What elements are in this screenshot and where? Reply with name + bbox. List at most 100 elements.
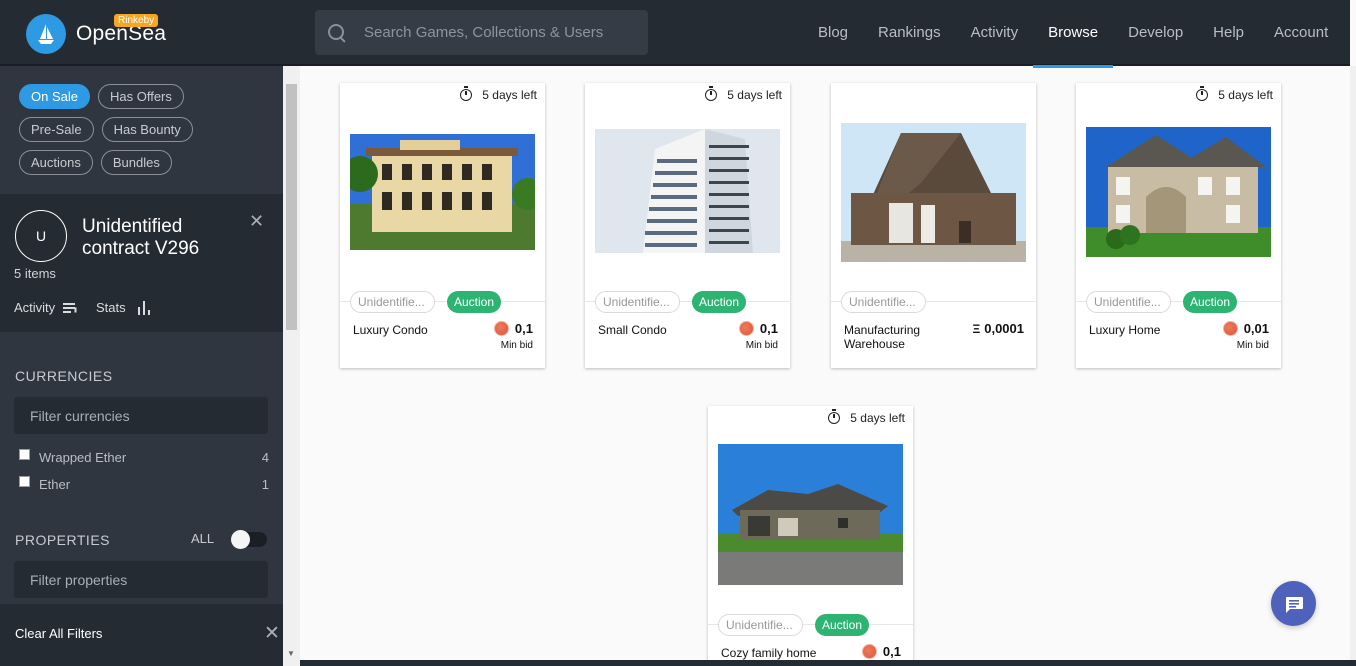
page-scrollbar[interactable]: [1350, 66, 1356, 660]
asset-image[interactable]: [1086, 127, 1271, 257]
nav-blog[interactable]: Blog: [803, 0, 863, 66]
collection-tag[interactable]: Unidentifie...: [595, 291, 680, 313]
filter-on-sale[interactable]: On Sale: [19, 84, 90, 109]
auction-badge: Auction: [447, 291, 502, 313]
asset-title[interactable]: Manufacturing Warehouse: [844, 323, 954, 351]
asset-image[interactable]: [841, 123, 1026, 262]
nav-help[interactable]: Help: [1198, 0, 1259, 66]
price-info: Ξ 0,0001: [973, 321, 1025, 336]
collection-name[interactable]: Unidentified contract V296: [82, 216, 252, 260]
scroll-thumb[interactable]: [286, 84, 297, 330]
nav-develop[interactable]: Develop: [1113, 0, 1198, 66]
status-filters: On Sale Has Offers Pre-Sale Has Bounty A…: [0, 66, 270, 183]
stopwatch-icon: [1196, 86, 1209, 101]
currency-option-wrapped-ether[interactable]: Wrapped Ether 4: [19, 449, 269, 465]
filter-bundles[interactable]: Bundles: [100, 150, 172, 175]
bar-chart-icon: [137, 300, 152, 315]
nav-rankings[interactable]: Rankings: [863, 0, 956, 66]
currency-count: 1: [261, 477, 269, 492]
nav-activity[interactable]: Activity: [956, 0, 1034, 66]
auction-badge: Auction: [815, 614, 870, 636]
top-navbar: OpenSea Rinkeby Blog Rankings Activity B…: [0, 0, 1356, 68]
filter-sidebar: On Sale Has Offers Pre-Sale Has Bounty A…: [0, 66, 283, 666]
opensea-logo-icon[interactable]: [26, 14, 66, 54]
collection-tag[interactable]: Unidentifie...: [350, 291, 435, 313]
asset-card[interactable]: 5 days left Unidentifie... Auction Luxur…: [340, 83, 545, 368]
properties-all-toggle[interactable]: [231, 530, 267, 549]
auction-timer: 5 days left: [1196, 86, 1273, 102]
close-icon[interactable]: ✕: [264, 622, 280, 645]
asset-card[interactable]: 5 days left Unidentifie... Auction Small…: [585, 83, 790, 368]
eth-icon: Ξ: [972, 321, 981, 336]
filter-has-bounty[interactable]: Has Bounty: [101, 117, 193, 142]
price-info: 0,1: [861, 644, 901, 659]
stopwatch-icon: [705, 86, 718, 101]
filter-properties-input[interactable]: [14, 561, 268, 598]
weth-icon: [1222, 321, 1238, 336]
chat-button[interactable]: [1271, 581, 1316, 626]
sidebar-scrollbar[interactable]: ▼: [283, 66, 300, 666]
checkbox[interactable]: [19, 449, 30, 460]
asset-title[interactable]: Cozy family home: [721, 646, 831, 660]
scroll-down-arrow-icon[interactable]: ▼: [287, 649, 295, 658]
price-value: 0,0001: [984, 321, 1024, 336]
search-input[interactable]: [364, 24, 634, 41]
collection-stats-link[interactable]: Stats: [96, 300, 152, 315]
asset-title[interactable]: Luxury Condo: [353, 323, 463, 337]
asset-image[interactable]: [718, 444, 903, 585]
nav-account[interactable]: Account: [1259, 0, 1343, 66]
filter-currencies-input[interactable]: [14, 397, 268, 434]
nav-browse[interactable]: Browse: [1033, 0, 1114, 68]
asset-card[interactable]: Unidentifie... Manufacturing Warehouse Ξ…: [831, 83, 1036, 368]
collection-items-count: 5 items: [14, 266, 56, 281]
collection-tag[interactable]: Unidentifie...: [841, 291, 926, 313]
filter-auctions[interactable]: Auctions: [19, 150, 93, 175]
min-bid-label: Min bid: [1236, 340, 1269, 351]
asset-card[interactable]: 5 days left Unidentifie... Auction Cozy …: [708, 406, 913, 666]
price-info: 0,1 Min bid: [738, 321, 778, 351]
price-value: 0,1: [759, 321, 778, 336]
auction-badge: Auction: [1183, 291, 1238, 313]
window-edge: [1350, 0, 1356, 66]
price-value: 0,1: [514, 321, 533, 336]
search-icon: [327, 23, 347, 43]
bottom-bar: [300, 660, 1356, 666]
stats-label: Stats: [96, 300, 126, 315]
collection-tag[interactable]: Unidentifie...: [718, 614, 803, 636]
list-icon: [63, 302, 78, 314]
auction-badge: Auction: [692, 291, 747, 313]
stopwatch-icon: [828, 409, 841, 424]
checkbox[interactable]: [19, 476, 30, 487]
filter-has-offers[interactable]: Has Offers: [97, 84, 184, 109]
network-badge: Rinkeby: [114, 14, 159, 27]
asset-card[interactable]: 5 days left Unidentifie... Auction Luxur…: [1076, 83, 1281, 368]
chat-icon: [1285, 596, 1303, 613]
close-icon[interactable]: ✕: [249, 211, 264, 232]
weth-icon: [861, 644, 877, 659]
clear-all-filters-button[interactable]: Clear All Filters: [15, 626, 102, 641]
collection-avatar: U: [15, 210, 67, 262]
toggle-knob: [231, 530, 250, 549]
all-label: ALL: [191, 531, 215, 546]
price-info: 0,01 Min bid: [1222, 321, 1269, 351]
currency-option-ether[interactable]: Ether 1: [19, 476, 269, 492]
currency-label: Ether: [39, 477, 71, 492]
auction-timer: 5 days left: [705, 86, 782, 102]
collection-tag[interactable]: Unidentifie...: [1086, 291, 1171, 313]
collection-activity-link[interactable]: Activity: [14, 300, 78, 315]
price-info: 0,1 Min bid: [493, 321, 533, 351]
asset-title[interactable]: Small Condo: [598, 323, 708, 337]
price-value: 0,01: [1243, 321, 1269, 336]
asset-image[interactable]: [595, 129, 780, 253]
min-bid-label: Min bid: [745, 340, 778, 351]
properties-heading: PROPERTIES: [15, 532, 110, 548]
min-bid-label: Min bid: [500, 340, 533, 351]
filter-pre-sale[interactable]: Pre-Sale: [19, 117, 94, 142]
main-nav: Blog Rankings Activity Browse Develop He…: [803, 0, 1343, 68]
asset-image[interactable]: [350, 134, 535, 250]
asset-title[interactable]: Luxury Home: [1089, 323, 1199, 337]
price-value: 0,1: [882, 644, 901, 659]
activity-label: Activity: [14, 300, 56, 315]
search-bar[interactable]: [315, 10, 648, 55]
stopwatch-icon: [460, 86, 473, 101]
